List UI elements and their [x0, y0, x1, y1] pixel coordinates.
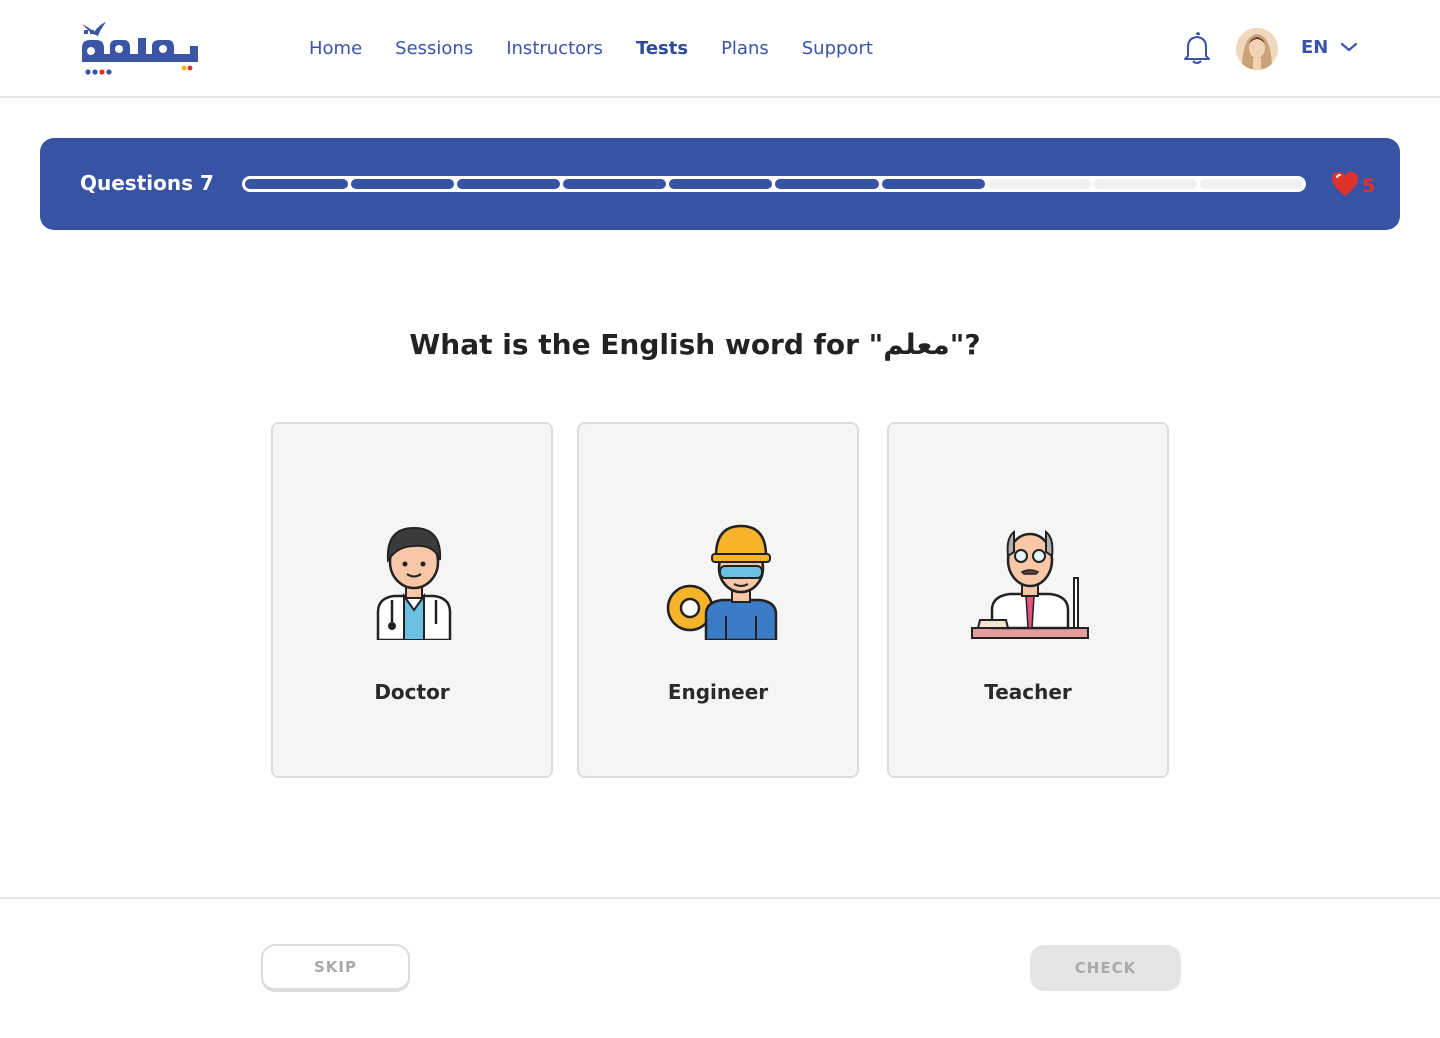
engineer-icon [660, 516, 780, 642]
heart-icon [1330, 170, 1360, 202]
question-text: What is the English word for "معلم"? [409, 328, 981, 361]
question-counter: Questions 7 [80, 171, 214, 195]
progress-segment [987, 179, 1091, 189]
progress-segment [457, 179, 561, 189]
skip-button[interactable]: SKIP [261, 944, 410, 992]
lives-indicator: 5 [1330, 170, 1375, 202]
nav-instructors[interactable]: Instructors [506, 37, 603, 61]
progress-segment [881, 179, 985, 189]
bell-icon[interactable] [1181, 31, 1213, 66]
option-card-teacher[interactable]: Teacher [887, 422, 1169, 778]
option-label-doctor: Doctor [374, 680, 450, 704]
progress-segment [1093, 179, 1197, 189]
progress-segment [351, 179, 455, 189]
lives-count: 5 [1362, 175, 1376, 197]
progress-segment [669, 179, 773, 189]
option-label-engineer: Engineer [667, 680, 769, 704]
nav-home[interactable]: Home [309, 37, 362, 61]
option-label-teacher: Teacher [984, 680, 1072, 704]
main-nav: Home Sessions Instructors Tests Plans Su… [309, 37, 906, 61]
language-label: EN [1301, 37, 1329, 58]
nav-tests[interactable]: Tests [636, 37, 688, 61]
footer-divider [0, 897, 1440, 899]
nav-plans[interactable]: Plans [721, 37, 769, 61]
option-card-engineer[interactable]: Engineer [577, 422, 859, 778]
nav-sessions[interactable]: Sessions [395, 37, 473, 61]
nav-support[interactable]: Support [802, 37, 873, 61]
progress-segment [775, 179, 879, 189]
progress-segment [1199, 179, 1303, 189]
progress-bar [242, 176, 1306, 192]
progress-banner: Questions 7 5 [40, 138, 1400, 230]
teacher-icon [970, 516, 1090, 640]
doctor-icon [354, 516, 474, 642]
option-card-doctor[interactable]: Doctor [271, 422, 553, 778]
avatar[interactable] [1236, 28, 1278, 70]
check-button[interactable]: CHECK [1030, 945, 1181, 991]
language-selector[interactable]: EN [1301, 37, 1358, 58]
top-header: Home Sessions Instructors Tests Plans Su… [0, 0, 1440, 98]
progress-segment [245, 179, 349, 189]
yamama-logo[interactable] [78, 18, 204, 80]
chevron-down-icon [1340, 38, 1358, 57]
progress-segment [563, 179, 667, 189]
